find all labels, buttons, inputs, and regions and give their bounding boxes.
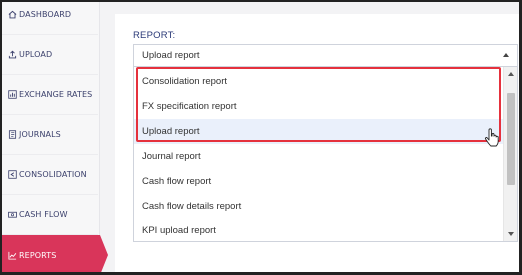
report-select-value: Upload report <box>142 50 200 61</box>
report-dropdown-list: Consolidation report FX specification re… <box>133 66 518 242</box>
option-cash-flow-report[interactable]: Cash flow report <box>134 169 504 194</box>
sidebar-item-exchange-rates[interactable]: EXCHANGE RATES <box>2 75 98 115</box>
sidebar-item-label: EXCHANGE RATES <box>19 90 93 99</box>
option-upload-report[interactable]: Upload report <box>134 119 504 144</box>
sidebar: DASHBOARD UPLOAD EXCHANGE RATES JOURNALS… <box>2 2 108 272</box>
sidebar-item-upload[interactable]: UPLOAD <box>2 35 98 75</box>
scroll-thumb[interactable] <box>507 93 515 185</box>
line-chart-icon <box>7 251 17 260</box>
sidebar-item-label: REPORTS <box>19 250 57 260</box>
cash-icon <box>7 210 17 219</box>
hand-pointer-cursor-icon <box>484 128 499 147</box>
sidebar-item-label: DASHBOARD <box>19 10 72 19</box>
journal-icon <box>7 130 17 139</box>
sidebar-item-label: CASH FLOW <box>19 210 68 219</box>
option-fx-specification-report[interactable]: FX specification report <box>134 94 504 119</box>
report-select[interactable]: Upload report <box>133 44 518 66</box>
sidebar-item-label: UPLOAD <box>19 50 53 59</box>
home-icon <box>7 10 17 19</box>
option-cash-flow-details-report[interactable]: Cash flow details report <box>134 194 504 219</box>
bar-chart-icon <box>7 90 17 99</box>
scroll-down-arrow-icon[interactable] <box>508 232 514 236</box>
option-kpi-upload-report[interactable]: KPI upload report <box>134 218 504 241</box>
option-consolidation-report[interactable]: Consolidation report <box>134 69 504 94</box>
report-label: REPORT: <box>133 30 176 41</box>
sidebar-item-dashboard[interactable]: DASHBOARD <box>2 2 98 35</box>
sidebar-item-journals[interactable]: JOURNALS <box>2 115 98 155</box>
upload-icon <box>7 50 17 59</box>
consolidation-icon <box>7 170 17 179</box>
sidebar-item-label: JOURNALS <box>19 130 61 139</box>
dropdown-scrollbar[interactable] <box>503 67 517 241</box>
caret-up-icon[interactable] <box>503 53 509 57</box>
app-window: DASHBOARD UPLOAD EXCHANGE RATES JOURNALS… <box>0 0 522 275</box>
sidebar-item-reports[interactable]: REPORTS <box>2 235 108 272</box>
sidebar-item-consolidation[interactable]: CONSOLIDATION <box>2 155 98 195</box>
option-journal-report[interactable]: Journal report <box>134 144 504 169</box>
scroll-up-arrow-icon[interactable] <box>508 72 514 76</box>
sidebar-item-label: CONSOLIDATION <box>19 170 87 179</box>
sidebar-item-cash-flow[interactable]: CASH FLOW <box>2 195 98 235</box>
report-panel: REPORT: Upload report Consolidation repo… <box>115 14 519 272</box>
